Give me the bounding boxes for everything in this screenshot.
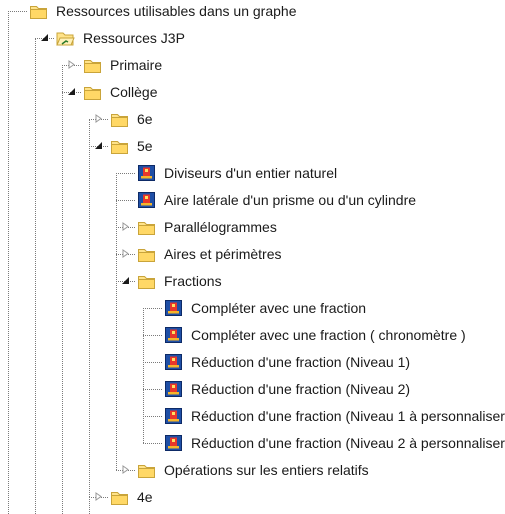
tree-node-label[interactable]: Fractions (164, 273, 222, 290)
folder-icon (110, 137, 129, 155)
tree-connector-line (143, 362, 162, 363)
tree-node[interactable]: Aire latérale d'un prisme ou d'un cylind… (0, 187, 505, 214)
tree-node[interactable]: Opérations sur les entiers relatifs (0, 457, 505, 484)
tree-node[interactable]: 5e (0, 133, 505, 160)
tree-node[interactable]: Réduction d'une fraction (Niveau 1 à per… (0, 403, 505, 430)
tree-connector-line (143, 443, 162, 444)
folder-icon (137, 272, 156, 290)
collapse-toggle-icon[interactable] (121, 276, 130, 285)
tree-node-label[interactable]: Compléter avec une fraction (191, 300, 366, 317)
tree-node-label[interactable]: Réduction d'une fraction (Niveau 1) (191, 354, 410, 371)
expand-toggle-icon[interactable] (94, 492, 103, 501)
resource-icon (164, 434, 183, 452)
tree-node[interactable]: 6e (0, 106, 505, 133)
tree-node-label[interactable]: Aires et périmètres (164, 246, 281, 263)
tree-connector-line (143, 389, 162, 390)
expand-toggle-icon[interactable] (121, 222, 130, 231)
tree-node[interactable]: Réduction d'une fraction (Niveau 1) (0, 349, 505, 376)
tree-node-label[interactable]: Opérations sur les entiers relatifs (164, 462, 369, 479)
tree-node-label[interactable]: Ressources utilisables dans un graphe (56, 3, 296, 20)
resource-tree: Ressources utilisables dans un graphe Res… (0, 0, 505, 514)
expand-toggle-icon[interactable] (94, 114, 103, 123)
folder-icon (110, 110, 129, 128)
collapse-toggle-icon[interactable] (40, 33, 49, 42)
tree-node[interactable]: Diviseurs d'un entier naturel (0, 160, 505, 187)
expand-toggle-icon[interactable] (67, 60, 76, 69)
tree-node-label[interactable]: 5e (137, 138, 153, 155)
tree-connector-line (116, 200, 135, 201)
folder-icon (83, 56, 102, 74)
folder-icon (137, 461, 156, 479)
tree-node-label[interactable]: Parallélogrammes (164, 219, 277, 236)
tree-node[interactable]: Fractions (0, 268, 505, 295)
folder-icon (137, 245, 156, 263)
collapse-toggle-icon[interactable] (67, 87, 76, 96)
tree-node[interactable]: Parallélogrammes (0, 214, 505, 241)
tree-node-label[interactable]: Réduction d'une fraction (Niveau 2 à per… (191, 435, 505, 452)
tree-connector-line (8, 11, 27, 12)
folder-icon (29, 2, 48, 20)
tree-node-label[interactable]: 4e (137, 489, 153, 506)
tree-node-label[interactable]: Réduction d'une fraction (Niveau 1 à per… (191, 408, 505, 425)
folder-icon (137, 218, 156, 236)
resource-icon (164, 326, 183, 344)
tree-connector-line (143, 308, 162, 309)
tree-node[interactable]: Ressources utilisables dans un graphe (0, 0, 505, 25)
expand-toggle-icon[interactable] (121, 249, 130, 258)
tree-node-label[interactable]: Réduction d'une fraction (Niveau 2) (191, 381, 410, 398)
resource-icon (164, 407, 183, 425)
collapse-toggle-icon[interactable] (94, 141, 103, 150)
tree-node[interactable]: Primaire (0, 52, 505, 79)
tree-node[interactable]: Collège (0, 79, 505, 106)
tree-node[interactable]: Aires et périmètres (0, 241, 505, 268)
tree-node[interactable]: Réduction d'une fraction (Niveau 2 à per… (0, 430, 505, 457)
tree-node[interactable]: Réduction d'une fraction (Niveau 2) (0, 376, 505, 403)
folder-open-icon (56, 29, 75, 47)
resource-icon (137, 191, 156, 209)
tree-node-label[interactable]: Collège (110, 84, 157, 101)
tree-node[interactable]: 4e (0, 484, 505, 511)
folder-icon (110, 488, 129, 506)
tree-node[interactable]: Ressources J3P (0, 25, 505, 52)
folder-icon (83, 83, 102, 101)
tree-node[interactable]: Compléter avec une fraction (0, 295, 505, 322)
tree-node-label[interactable]: 6e (137, 111, 153, 128)
tree-node-label[interactable]: Diviseurs d'un entier naturel (164, 165, 337, 182)
resource-icon (164, 299, 183, 317)
tree-connector-line (116, 173, 135, 174)
tree-node-label[interactable]: Ressources J3P (83, 30, 185, 47)
tree-node-label[interactable]: Compléter avec une fraction ( chronomètr… (191, 327, 466, 344)
tree-node-label[interactable]: Aire latérale d'un prisme ou d'un cylind… (164, 192, 416, 209)
tree-node[interactable]: Compléter avec une fraction ( chronomètr… (0, 322, 505, 349)
resource-icon (164, 380, 183, 398)
tree-node-label[interactable]: Primaire (110, 57, 162, 74)
tree-connector-line (143, 416, 162, 417)
expand-toggle-icon[interactable] (121, 465, 130, 474)
resource-icon (164, 353, 183, 371)
tree-connector-line (143, 335, 162, 336)
resource-icon (137, 164, 156, 182)
